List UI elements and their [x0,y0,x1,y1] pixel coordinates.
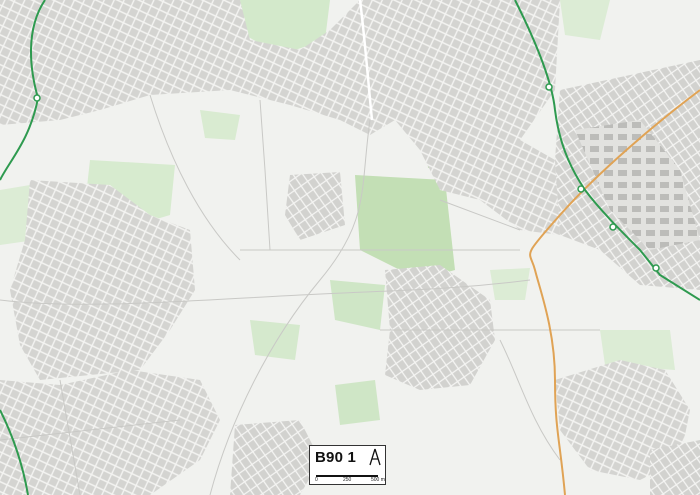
north-arrow-icon [369,448,381,466]
postcode-label: B90 1 [315,449,357,466]
map-view[interactable]: B90 1 0 250 500 m [0,0,700,495]
scale-end-label: 500 m [371,477,385,483]
map-legend: B90 1 0 250 500 m [309,445,386,485]
scale-mid-label: 250 [343,477,352,483]
map-canvas [0,0,700,495]
scale-start-label: 0 [315,477,318,483]
